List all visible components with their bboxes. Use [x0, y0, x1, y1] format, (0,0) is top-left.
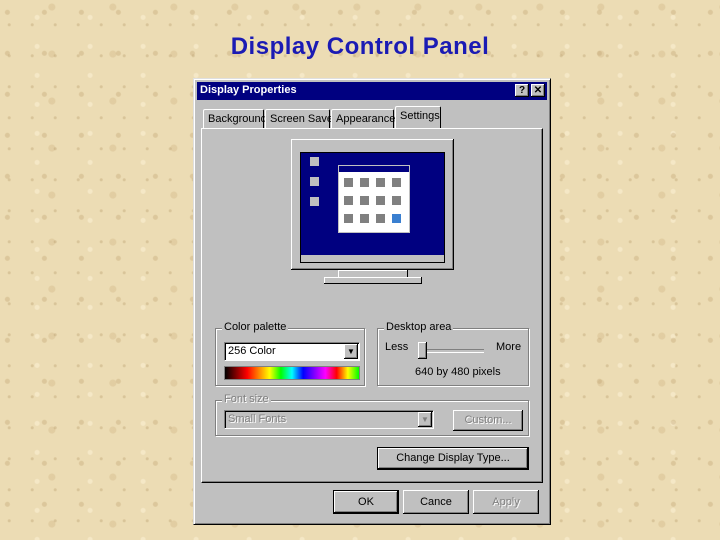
desktop-area-group: Desktop area Less More 640 by 480 pixels [377, 321, 529, 386]
change-display-type-button[interactable]: Change Display Type... [377, 447, 529, 470]
monitor-base [324, 277, 422, 284]
resolution-label: 640 by 480 pixels [415, 366, 501, 378]
mini-window [338, 165, 410, 233]
less-label: Less [385, 341, 409, 353]
folder-icon [376, 178, 385, 187]
more-label: More [496, 341, 522, 353]
folder-icon [344, 196, 353, 205]
chevron-down-icon[interactable]: ▼ [418, 412, 432, 427]
mini-taskbar [301, 255, 444, 262]
color-spectrum-bar [224, 366, 360, 380]
close-button[interactable]: ✕ [531, 84, 545, 97]
slide-title: Display Control Panel [230, 33, 490, 60]
font-size-value: Small Fonts [228, 413, 287, 425]
folder-icon [392, 214, 401, 223]
color-palette-select[interactable]: 256 Color ▼ [224, 342, 360, 361]
settings-panel: Color palette 256 Color ▼ Desktop area L… [201, 128, 543, 483]
resolution-slider-thumb[interactable] [418, 342, 427, 359]
network-icon [310, 177, 319, 186]
cancel-button[interactable]: Cance [403, 490, 469, 514]
ok-button[interactable]: OK [333, 490, 399, 514]
folder-icon [376, 214, 385, 223]
recycle-bin-icon [310, 197, 319, 206]
font-size-group: Font size Small Fonts ▼ Custom... [215, 393, 529, 436]
folder-icon [360, 178, 369, 187]
my-computer-icon [310, 157, 319, 166]
color-palette-group: Color palette 256 Color ▼ [215, 321, 365, 386]
tab-background[interactable]: Background [203, 109, 267, 128]
folder-icon [376, 196, 385, 205]
display-properties-dialog: Display Properties ? ✕ Background Screen… [193, 78, 551, 525]
monitor-preview [291, 139, 454, 284]
tab-appearance[interactable]: Appearance [331, 109, 395, 128]
apply-button[interactable]: Apply [473, 490, 539, 514]
title-bar[interactable]: Display Properties ? ✕ [197, 82, 547, 100]
desktop-area-legend: Desktop area [384, 321, 454, 333]
desktop-preview [300, 152, 445, 263]
folder-icon [344, 178, 353, 187]
tab-screen-saver[interactable]: Screen Saver [265, 109, 337, 128]
resolution-slider-track[interactable] [422, 349, 484, 353]
help-button[interactable]: ? [515, 84, 529, 97]
dialog-title: Display Properties [200, 84, 297, 96]
color-palette-legend: Color palette [222, 321, 289, 333]
mini-window-titlebar [339, 166, 409, 172]
folder-icon [392, 196, 401, 205]
tab-settings[interactable]: Settings [395, 106, 441, 128]
folder-icon [360, 196, 369, 205]
folder-icon [360, 214, 369, 223]
font-size-select[interactable]: Small Fonts ▼ [224, 410, 434, 429]
custom-button[interactable]: Custom... [453, 410, 523, 431]
chevron-down-icon[interactable]: ▼ [344, 344, 358, 359]
folder-icon [344, 214, 353, 223]
folder-icon [392, 178, 401, 187]
font-size-legend: Font size [222, 393, 271, 405]
color-palette-value: 256 Color [228, 345, 276, 357]
